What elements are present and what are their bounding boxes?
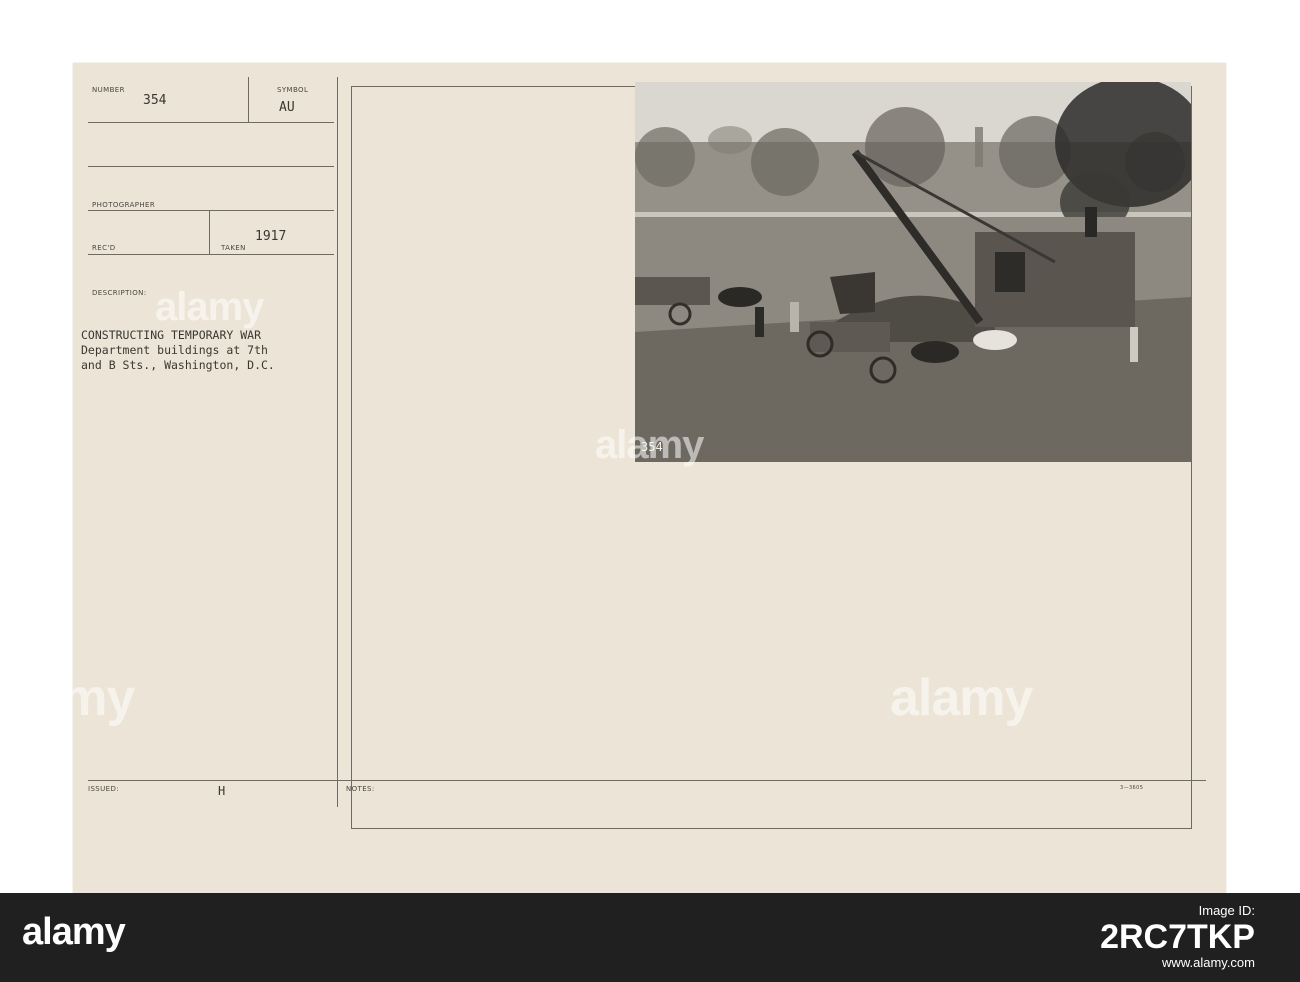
photographer-label: PHOTOGRAPHER	[92, 201, 156, 209]
symbol-value: AU	[279, 100, 295, 115]
watermark: alamy	[595, 423, 704, 467]
taken-year: 1917	[255, 229, 287, 244]
form-rule	[209, 211, 210, 255]
form-rule	[88, 210, 334, 211]
image-id-label: Image ID:	[1198, 903, 1255, 918]
form-number: 3—3605	[1120, 785, 1144, 791]
frame-rule	[351, 828, 1192, 829]
form-rule	[248, 77, 249, 123]
description-text: CONSTRUCTING TEMPORARY WAR Department bu…	[81, 328, 275, 372]
form-rule	[88, 122, 334, 123]
watermark: alamy	[890, 669, 1033, 727]
symbol-label: SYMBOL	[277, 86, 309, 94]
watermark: alamy	[0, 669, 135, 727]
form-rule	[88, 166, 334, 167]
notes-label: NOTES:	[346, 785, 375, 793]
recd-label: REC'D	[92, 244, 116, 252]
issued-mark: H	[218, 784, 226, 798]
archival-photograph: 354	[635, 82, 1191, 462]
watermark: alamy	[155, 285, 264, 329]
number-label: NUMBER	[92, 86, 125, 94]
stock-url[interactable]: www.alamy.com	[1162, 955, 1255, 970]
taken-label: TAKEN	[221, 244, 246, 252]
issued-label: ISSUED:	[88, 785, 120, 793]
number-value: 354	[143, 93, 167, 108]
frame-rule	[351, 86, 352, 828]
stock-logo[interactable]: alamy	[22, 911, 126, 954]
photo-scene	[635, 82, 1191, 462]
form-rule	[88, 780, 1206, 781]
stock-bar: alamy Image ID: 2RC7TKP www.alamy.com	[0, 893, 1300, 982]
image-id-value: 2RC7TKP	[1100, 918, 1255, 956]
form-rule	[88, 254, 334, 255]
image-id: Image ID: 2RC7TKP	[1100, 903, 1255, 957]
description-label: DESCRIPTION:	[92, 289, 147, 297]
form-rule	[337, 77, 338, 807]
frame-rule	[1191, 86, 1192, 828]
